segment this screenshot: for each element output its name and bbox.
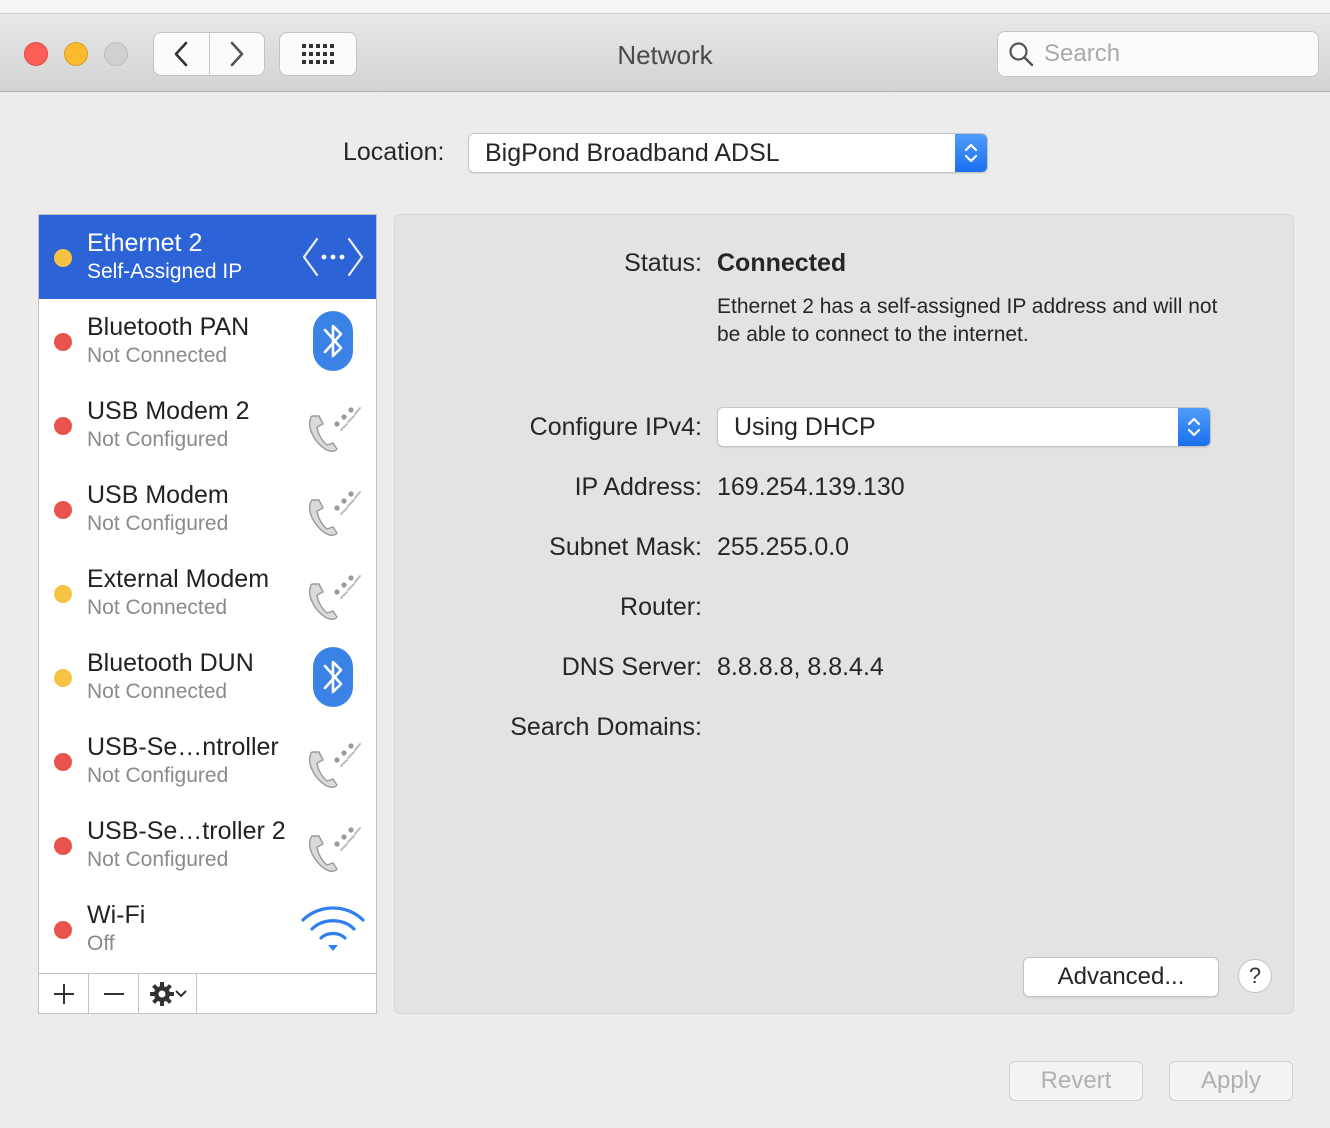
- ethernet-icon: [300, 225, 366, 289]
- search-field[interactable]: [997, 31, 1319, 77]
- detail-panel: Status: Connected Ethernet 2 has a self-…: [394, 214, 1294, 1014]
- service-item-usb-serial-controller-2[interactable]: USB-Se…troller 2 Not Configured: [39, 803, 376, 887]
- service-status: Not Connected: [87, 680, 228, 703]
- service-item-bluetooth-pan[interactable]: Bluetooth PAN Not Connected: [39, 299, 376, 383]
- status-dot: [54, 669, 72, 687]
- subnet-mask-label: Subnet Mask:: [549, 533, 702, 561]
- phone-icon: [300, 813, 366, 877]
- minus-icon: [103, 992, 124, 995]
- plus-icon: [53, 983, 74, 1004]
- search-icon: [1009, 42, 1034, 67]
- bluetooth-icon: [300, 309, 366, 373]
- menu-strip: [0, 0, 1330, 14]
- service-item-usb-modem-2[interactable]: USB Modem 2 Not Configured: [39, 383, 376, 467]
- location-label: Location:: [343, 138, 445, 166]
- service-item-ethernet-2[interactable]: Ethernet 2 Self-Assigned IP: [39, 215, 376, 299]
- phone-icon: [300, 729, 366, 793]
- service-status: Not Configured: [87, 428, 229, 451]
- status-dot: [54, 501, 72, 519]
- location-popup[interactable]: BigPond Broadband ADSL: [468, 133, 988, 173]
- service-list: Ethernet 2 Self-Assigned IP Bluetooth PA…: [38, 214, 377, 1014]
- status-dot: [54, 921, 72, 939]
- service-item-usb-serial-controller[interactable]: USB-Se…ntroller Not Configured: [39, 719, 376, 803]
- service-status: Not Connected: [87, 344, 228, 367]
- search-input[interactable]: [1044, 40, 1294, 68]
- service-status: Off: [87, 932, 115, 955]
- configure-ipv4-value: Using DHCP: [734, 412, 876, 441]
- ip-address-label: IP Address:: [574, 473, 702, 501]
- updown-arrows-icon: [955, 134, 987, 172]
- status-dot: [54, 837, 72, 855]
- service-item-bluetooth-dun[interactable]: Bluetooth DUN Not Connected: [39, 635, 376, 719]
- help-button[interactable]: ?: [1238, 959, 1272, 993]
- dns-server-value: 8.8.8.8, 8.8.4.4: [717, 653, 884, 681]
- wifi-icon: [300, 897, 366, 961]
- service-name: Bluetooth DUN: [87, 649, 254, 677]
- service-status: Not Configured: [87, 848, 229, 871]
- status-dot: [54, 333, 72, 351]
- subnet-mask-value: 255.255.0.0: [717, 533, 850, 561]
- service-item-external-modem[interactable]: External Modem Not Connected: [39, 551, 376, 635]
- service-name: USB-Se…troller 2: [87, 817, 286, 845]
- remove-service-button[interactable]: [89, 974, 139, 1013]
- configure-ipv4-label: Configure IPv4:: [529, 413, 702, 441]
- configure-ipv4-popup[interactable]: Using DHCP: [717, 407, 1211, 447]
- updown-arrows-icon: [1178, 408, 1210, 446]
- service-name: USB-Se…ntroller: [87, 733, 279, 761]
- status-dot: [54, 417, 72, 435]
- status-dot: [54, 753, 72, 771]
- search-domains-label: Search Domains:: [510, 713, 702, 741]
- service-name: USB Modem 2: [87, 397, 250, 425]
- service-list-toolbar: [39, 973, 376, 1013]
- service-item-usb-modem[interactable]: USB Modem Not Configured: [39, 467, 376, 551]
- location-value: BigPond Broadband ADSL: [485, 138, 780, 167]
- status-dot: [54, 585, 72, 603]
- status-value: Connected: [717, 249, 847, 277]
- advanced-button[interactable]: Advanced...: [1023, 957, 1219, 997]
- status-label: Status:: [624, 249, 702, 277]
- service-status: Not Configured: [87, 764, 229, 787]
- phone-icon: [300, 561, 366, 625]
- gear-icon: [149, 981, 174, 1006]
- chevron-down-icon: [174, 989, 187, 997]
- service-item-wi-fi[interactable]: Wi-Fi Off: [39, 887, 376, 971]
- phone-icon: [300, 477, 366, 541]
- action-menu-button[interactable]: [139, 974, 197, 1013]
- service-name: Ethernet 2: [87, 229, 203, 257]
- bluetooth-icon: [300, 645, 366, 709]
- add-service-button[interactable]: [39, 974, 89, 1013]
- router-label: Router:: [620, 593, 702, 621]
- service-status: Self-Assigned IP: [87, 260, 243, 283]
- service-status: Not Connected: [87, 596, 228, 619]
- service-name: Bluetooth PAN: [87, 313, 250, 341]
- service-status: Not Configured: [87, 512, 229, 535]
- service-name: External Modem: [87, 565, 270, 593]
- ip-address-value: 169.254.139.130: [717, 473, 905, 501]
- revert-button[interactable]: Revert: [1009, 1061, 1143, 1101]
- apply-button[interactable]: Apply: [1169, 1061, 1293, 1101]
- service-name: Wi-Fi: [87, 901, 146, 929]
- phone-icon: [300, 393, 366, 457]
- service-name: USB Modem: [87, 481, 229, 509]
- status-description: Ethernet 2 has a self-assigned IP addres…: [717, 295, 1218, 346]
- dns-server-label: DNS Server:: [561, 653, 702, 681]
- status-dot: [54, 249, 72, 267]
- title-bar: Network: [0, 14, 1330, 92]
